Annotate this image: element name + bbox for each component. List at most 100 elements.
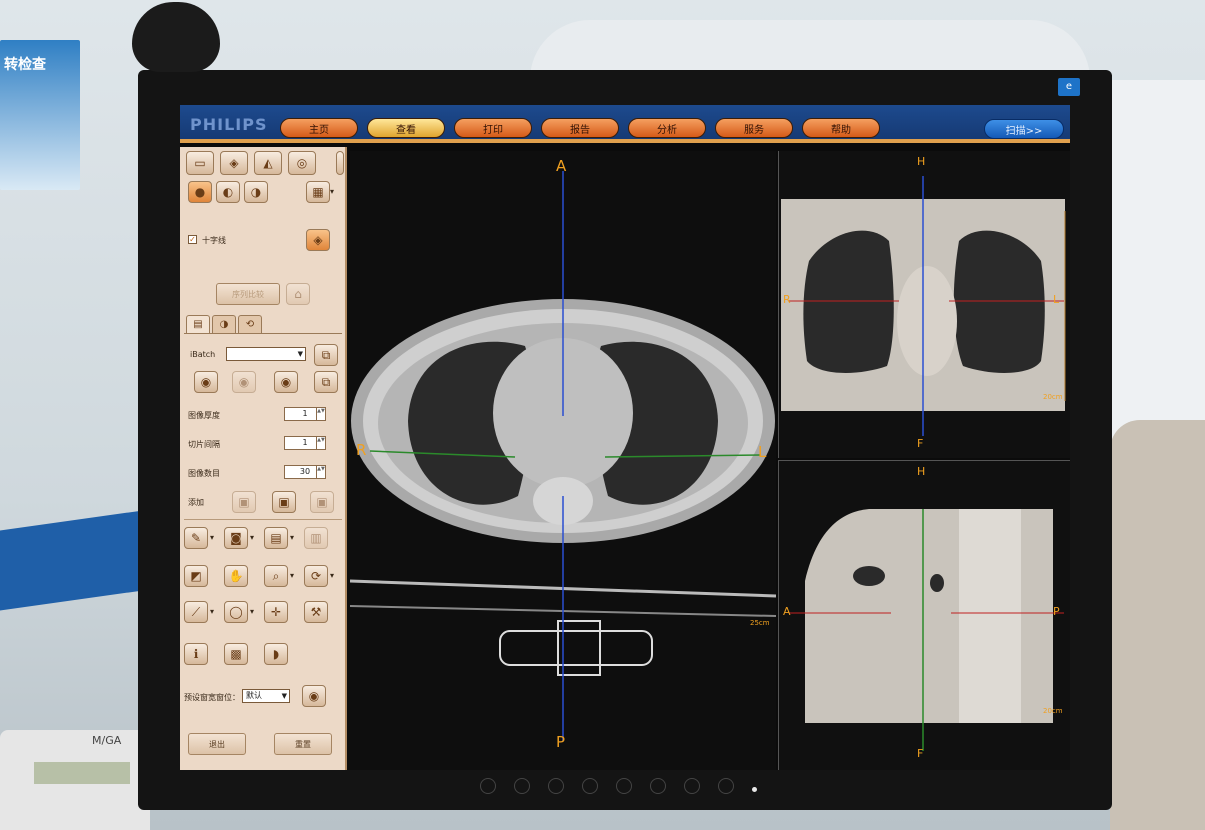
preset-window-select[interactable]: 默认 ▼ — [242, 689, 290, 703]
image-count-input[interactable]: 30 ▲▼ — [284, 465, 326, 479]
measure-distance-icon[interactable]: ⟋ — [184, 601, 208, 623]
volume-render-icon[interactable]: ◈ — [220, 151, 248, 175]
axial-scale-label: 25cm — [750, 619, 770, 627]
image-thickness-label: 图像厚度 — [188, 411, 220, 420]
sagittal-view-icon[interactable]: ◑ — [244, 181, 268, 203]
measure-tools-icon[interactable]: ⚒ — [304, 601, 328, 623]
image-count-value: 30 — [299, 467, 311, 476]
annotate-dropdown-arrow[interactable]: ▾ — [210, 533, 214, 542]
add-series-icon[interactable]: ▣ — [272, 491, 296, 513]
desk-phone: M/GA — [0, 730, 150, 830]
zoom-dropdown-arrow[interactable]: ▾ — [290, 571, 294, 580]
volume-icon[interactable]: ▩ — [224, 643, 248, 665]
reset-button[interactable]: 重置 — [274, 733, 332, 755]
rotate-3d-icon[interactable]: ⟳ — [304, 565, 328, 587]
slice-spacing-input[interactable]: 1 ▲▼ — [284, 436, 326, 450]
lung-icon[interactable]: ◗ — [264, 643, 288, 665]
measure-dropdown-arrow[interactable]: ▾ — [210, 607, 214, 616]
zoom-icon[interactable]: ⌕ — [264, 565, 288, 587]
clipboard-icon[interactable]: ▥ — [304, 527, 328, 549]
screen: PHILIPS 主页 查看 打印 报告 分析 服务 帮助 扫描>> ▭ ◈ ◭ … — [180, 105, 1070, 770]
crosshair-tool-icon[interactable]: ✛ — [264, 601, 288, 623]
camera-dropdown-arrow[interactable]: ▾ — [250, 533, 254, 542]
batch-sagittal-icon[interactable]: ◉ — [274, 371, 298, 393]
coronal-viewport[interactable]: H F R L 20cm — [778, 151, 1070, 458]
roi-dropdown-arrow[interactable]: ▾ — [250, 607, 254, 616]
film-dropdown-arrow[interactable]: ▾ — [290, 533, 294, 542]
menu-print[interactable]: 打印 — [454, 118, 532, 138]
image-thickness-value: 1 — [302, 409, 308, 418]
slice-spacing-label: 切片间隔 — [188, 440, 220, 449]
pan-hand-icon[interactable]: ✋ — [224, 565, 248, 587]
coronal-scale-label: 20cm — [1043, 393, 1063, 401]
image-thickness-input[interactable]: 1 ▲▼ — [284, 407, 326, 421]
layout-grid-icon[interactable]: ▦ — [306, 181, 330, 203]
lock-icon[interactable]: ⌂ — [286, 283, 310, 305]
monitor-button[interactable] — [616, 778, 632, 794]
menu-service[interactable]: 服务 — [715, 118, 793, 138]
batch-axial-icon[interactable]: ◉ — [194, 371, 218, 393]
exit-button[interactable]: 退出 — [188, 733, 246, 755]
roi-ellipse-icon[interactable]: ◯ — [224, 601, 248, 623]
add-single-icon[interactable]: ▣ — [232, 491, 256, 513]
scan-button[interactable]: 扫描>> — [984, 119, 1064, 139]
window-level-icon[interactable]: ◩ — [184, 565, 208, 587]
batch-coronal-icon[interactable]: ◉ — [232, 371, 256, 393]
coronal-left-label: L — [1053, 293, 1060, 306]
power-led — [752, 787, 757, 792]
axial-view-icon[interactable]: ● — [188, 181, 212, 203]
rotate-dropdown-arrow[interactable]: ▾ — [330, 571, 334, 580]
annotate-icon[interactable]: ✎ — [184, 527, 208, 549]
spin-arrows-icon[interactable]: ▲▼ — [316, 466, 325, 478]
layout-dropdown-arrow[interactable]: ▾ — [330, 187, 334, 196]
menu-home[interactable]: 主页 — [280, 118, 358, 138]
batch-copy-icon[interactable]: ⧉ — [314, 344, 338, 366]
menu-view[interactable]: 查看 — [367, 118, 445, 138]
tab-batch[interactable]: ▤ — [186, 315, 210, 333]
tab-volume[interactable]: ◑ — [212, 315, 236, 333]
monitor-button[interactable] — [514, 778, 530, 794]
side-panel — [1110, 420, 1205, 830]
coronal-view-icon[interactable]: ◐ — [216, 181, 240, 203]
spin-arrows-icon[interactable]: ▲▼ — [316, 408, 325, 420]
monitor-buttons — [480, 778, 734, 794]
curved-mpr-icon[interactable]: ◎ — [288, 151, 316, 175]
menu-report[interactable]: 报告 — [541, 118, 619, 138]
power-button[interactable] — [718, 778, 734, 794]
spin-arrows-icon[interactable]: ▲▼ — [316, 437, 325, 449]
film-icon[interactable]: ▤ — [264, 527, 288, 549]
monitor-button[interactable] — [548, 778, 564, 794]
camera-icon[interactable]: ◙ — [224, 527, 248, 549]
main-menu: 主页 查看 打印 报告 分析 服务 帮助 — [280, 118, 880, 138]
menu-help[interactable]: 帮助 — [802, 118, 880, 138]
mpr-icon[interactable]: ◭ — [254, 151, 282, 175]
info-icon[interactable]: ℹ — [184, 643, 208, 665]
slice-spacing-value: 1 — [302, 438, 308, 447]
add-all-icon[interactable]: ▣ — [310, 491, 334, 513]
coronal-right-label: R — [783, 293, 791, 306]
ibatch-select[interactable]: ▼ — [226, 347, 306, 361]
monitor-button[interactable] — [684, 778, 700, 794]
monitor-button[interactable] — [480, 778, 496, 794]
phone-display — [34, 762, 130, 784]
sagittal-scale-label: 20cm — [1043, 707, 1063, 715]
menu-analysis[interactable]: 分析 — [628, 118, 706, 138]
monitor-button[interactable] — [582, 778, 598, 794]
monitor-button[interactable] — [650, 778, 666, 794]
sagittal-head-label: H — [917, 465, 926, 478]
axial-posterior-label: P — [556, 733, 566, 751]
tab-underline — [184, 333, 342, 334]
app-logo: PHILIPS — [190, 115, 268, 134]
axial-viewport[interactable]: A P R L 25cm — [350, 151, 776, 770]
left-tool-panel: ▭ ◈ ◭ ◎ ● ◐ ◑ ▦ ▾ ✓ 十字线 ◈ 序列比较 ⌂ ▤ ◑ ⟲ i… — [180, 147, 347, 770]
crosshair-settings-icon[interactable]: ◈ — [306, 229, 330, 251]
layout-single-icon[interactable]: ▭ — [186, 151, 214, 175]
tab-rotate[interactable]: ⟲ — [238, 315, 262, 333]
crosshair-checkbox[interactable]: ✓ — [188, 235, 197, 244]
poster-text: 转检查 — [4, 57, 46, 73]
batch-stack-icon[interactable]: ⧉ — [314, 371, 338, 393]
sagittal-viewport[interactable]: H F A P 20cm — [778, 460, 1070, 770]
toolbar-scroll[interactable] — [336, 151, 344, 175]
series-compare-button[interactable]: 序列比较 — [216, 283, 280, 305]
preset-apply-icon[interactable]: ◉ — [302, 685, 326, 707]
